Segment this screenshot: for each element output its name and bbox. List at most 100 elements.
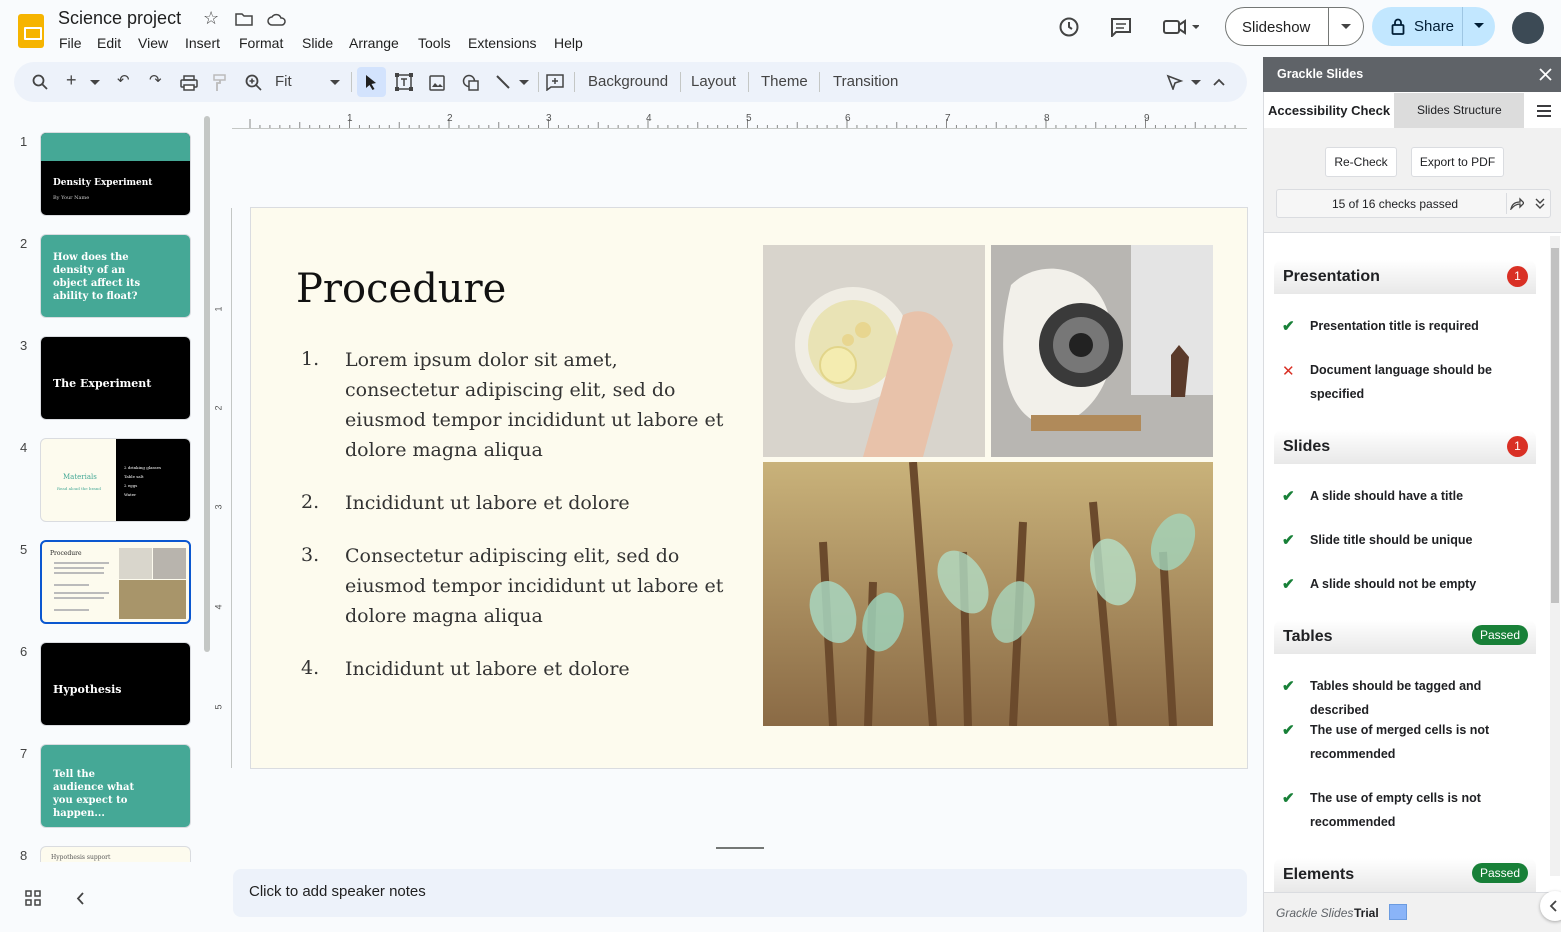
section-presentation[interactable]: Presentation 1 <box>1274 260 1536 294</box>
menu-tools[interactable]: Tools <box>418 35 451 51</box>
meet-icon[interactable] <box>1163 19 1199 35</box>
version-history-icon[interactable] <box>1058 16 1080 38</box>
zoom-icon[interactable] <box>245 74 262 91</box>
section-title: Presentation <box>1283 268 1380 285</box>
redo-icon[interactable]: ↷ <box>149 71 162 89</box>
menu-format[interactable]: Format <box>239 35 283 51</box>
slides-logo-icon[interactable] <box>18 14 44 48</box>
theme-button[interactable]: Theme <box>761 73 808 90</box>
slide-thumbnail-5[interactable]: Procedure <box>40 540 191 624</box>
list-item[interactable]: Incididunt ut labore et dolore <box>345 488 725 518</box>
ruler-label: 9 <box>1144 113 1150 124</box>
menu-slide[interactable]: Slide <box>302 35 333 51</box>
speaker-notes[interactable]: Click to add speaker notes <box>233 869 1247 917</box>
zoom-select[interactable]: Fit <box>275 73 292 90</box>
menu-view[interactable]: View <box>138 35 168 51</box>
collapse-toolbar-icon[interactable] <box>1213 78 1225 86</box>
tab-slides-structure[interactable]: Slides Structure <box>1394 93 1524 128</box>
check-item[interactable]: Document language should be specified <box>1310 358 1536 406</box>
paint-format-icon[interactable] <box>213 74 227 92</box>
background-button[interactable]: Background <box>588 73 668 90</box>
comments-icon[interactable] <box>1110 17 1132 37</box>
check-item[interactable]: A slide should not be empty <box>1310 572 1536 596</box>
chevron-down-icon[interactable] <box>1473 22 1485 30</box>
check-item[interactable]: Slide title should be unique <box>1310 528 1536 552</box>
speaker-image[interactable] <box>991 245 1213 457</box>
check-item[interactable]: The use of empty cells is not recommende… <box>1310 786 1536 834</box>
print-icon[interactable] <box>180 75 198 91</box>
slide-thumbnail-6[interactable]: Hypothesis <box>40 642 191 726</box>
share-button[interactable]: Share <box>1372 7 1495 46</box>
section-slides[interactable]: Slides 1 <box>1274 430 1536 464</box>
menu-insert[interactable]: Insert <box>185 35 220 51</box>
chevron-down-icon[interactable] <box>1191 80 1201 86</box>
panel-title: Grackle Slides <box>1277 67 1364 81</box>
menu-edit[interactable]: Edit <box>97 35 121 51</box>
add-comment-icon[interactable] <box>546 74 564 91</box>
slide-thumbnail-8[interactable]: Hypothesis support <box>40 846 191 862</box>
list-item[interactable]: Consectetur adipiscing elit, sed do eius… <box>345 541 725 631</box>
panel-scrollbar-thumb[interactable] <box>1551 248 1559 603</box>
new-slide-icon[interactable]: + <box>66 70 77 91</box>
slide-title[interactable]: Procedure <box>296 266 506 312</box>
check-item[interactable]: Presentation title is required <box>1310 314 1536 338</box>
insert-image-icon[interactable] <box>429 75 445 91</box>
slide-thumbnail-2[interactable]: How does the density of an object affect… <box>40 234 191 318</box>
panel-scrollbar-track[interactable] <box>1550 236 1560 876</box>
slideshow-button[interactable]: Slideshow <box>1225 7 1364 46</box>
bottles-image[interactable] <box>763 462 1213 726</box>
list-item[interactable]: Incididunt ut labore et dolore <box>345 654 725 684</box>
section-tables[interactable]: Tables Passed <box>1274 620 1536 654</box>
menu-arrange[interactable]: Arrange <box>349 35 399 51</box>
recheck-button[interactable]: Re-Check <box>1325 147 1397 177</box>
document-title[interactable]: Science project <box>58 8 181 29</box>
thumb-title: The Experiment <box>53 377 152 390</box>
chevron-down-icon[interactable] <box>519 80 529 86</box>
menu-file[interactable]: File <box>59 35 82 51</box>
passed-badge: Passed <box>1471 625 1528 645</box>
star-icon[interactable]: ☆ <box>203 8 219 29</box>
check-item[interactable]: Tables should be tagged and described <box>1310 674 1536 722</box>
avatar[interactable] <box>1512 12 1544 44</box>
expand-all-icon[interactable] <box>1535 198 1545 210</box>
pass-check-icon: ✔ <box>1282 488 1295 505</box>
slide-thumbnail-7[interactable]: Tell the audience what you expect to hap… <box>40 744 191 828</box>
section-elements[interactable]: Elements Passed <box>1274 858 1536 892</box>
vertical-ruler <box>224 208 232 768</box>
slide-number: 4 <box>20 440 28 455</box>
slide-thumbnail-1[interactable]: Density Experiment By Your Name <box>40 132 191 216</box>
lemon-tea-image[interactable] <box>763 245 985 457</box>
notes-resize-handle[interactable] <box>716 847 764 849</box>
check-item[interactable]: A slide should have a title <box>1310 484 1536 508</box>
cloud-status-icon[interactable] <box>267 12 287 26</box>
filmstrip-scrollbar[interactable] <box>204 116 210 652</box>
menu-help[interactable]: Help <box>554 35 583 51</box>
collapse-filmstrip-icon[interactable] <box>76 892 85 905</box>
search-icon[interactable] <box>32 74 48 90</box>
slide-number: 2 <box>20 236 28 251</box>
move-folder-icon[interactable] <box>235 12 253 26</box>
list-item[interactable]: Lorem ipsum dolor sit amet, consectetur … <box>345 345 725 465</box>
share-results-icon[interactable] <box>1510 197 1524 210</box>
undo-icon[interactable]: ↶ <box>117 71 130 89</box>
grid-view-icon[interactable] <box>25 890 41 906</box>
hamburger-menu-icon[interactable] <box>1536 105 1552 117</box>
select-tool[interactable] <box>357 67 386 97</box>
check-item[interactable]: The use of merged cells is not recommend… <box>1310 718 1536 766</box>
text-box-icon[interactable] <box>395 73 413 91</box>
pen-tool-icon[interactable] <box>1166 74 1184 90</box>
line-icon[interactable] <box>495 74 511 90</box>
chevron-down-icon[interactable] <box>1340 23 1352 31</box>
tab-accessibility-check[interactable]: Accessibility Check <box>1264 93 1394 128</box>
chevron-down-icon[interactable] <box>330 80 340 86</box>
layout-button[interactable]: Layout <box>691 73 736 90</box>
close-icon[interactable] <box>1539 68 1552 81</box>
export-pdf-button[interactable]: Export to PDF <box>1411 147 1504 177</box>
chevron-down-icon[interactable] <box>90 80 100 86</box>
transition-button[interactable]: Transition <box>833 73 898 90</box>
slide-thumbnail-4[interactable]: Materials Read aloud the brand 2 drinkin… <box>40 438 191 522</box>
fail-cross-icon: ✕ <box>1282 363 1295 380</box>
menu-extensions[interactable]: Extensions <box>468 35 536 51</box>
slide-thumbnail-3[interactable]: The Experiment <box>40 336 191 420</box>
shape-icon[interactable] <box>462 74 480 92</box>
